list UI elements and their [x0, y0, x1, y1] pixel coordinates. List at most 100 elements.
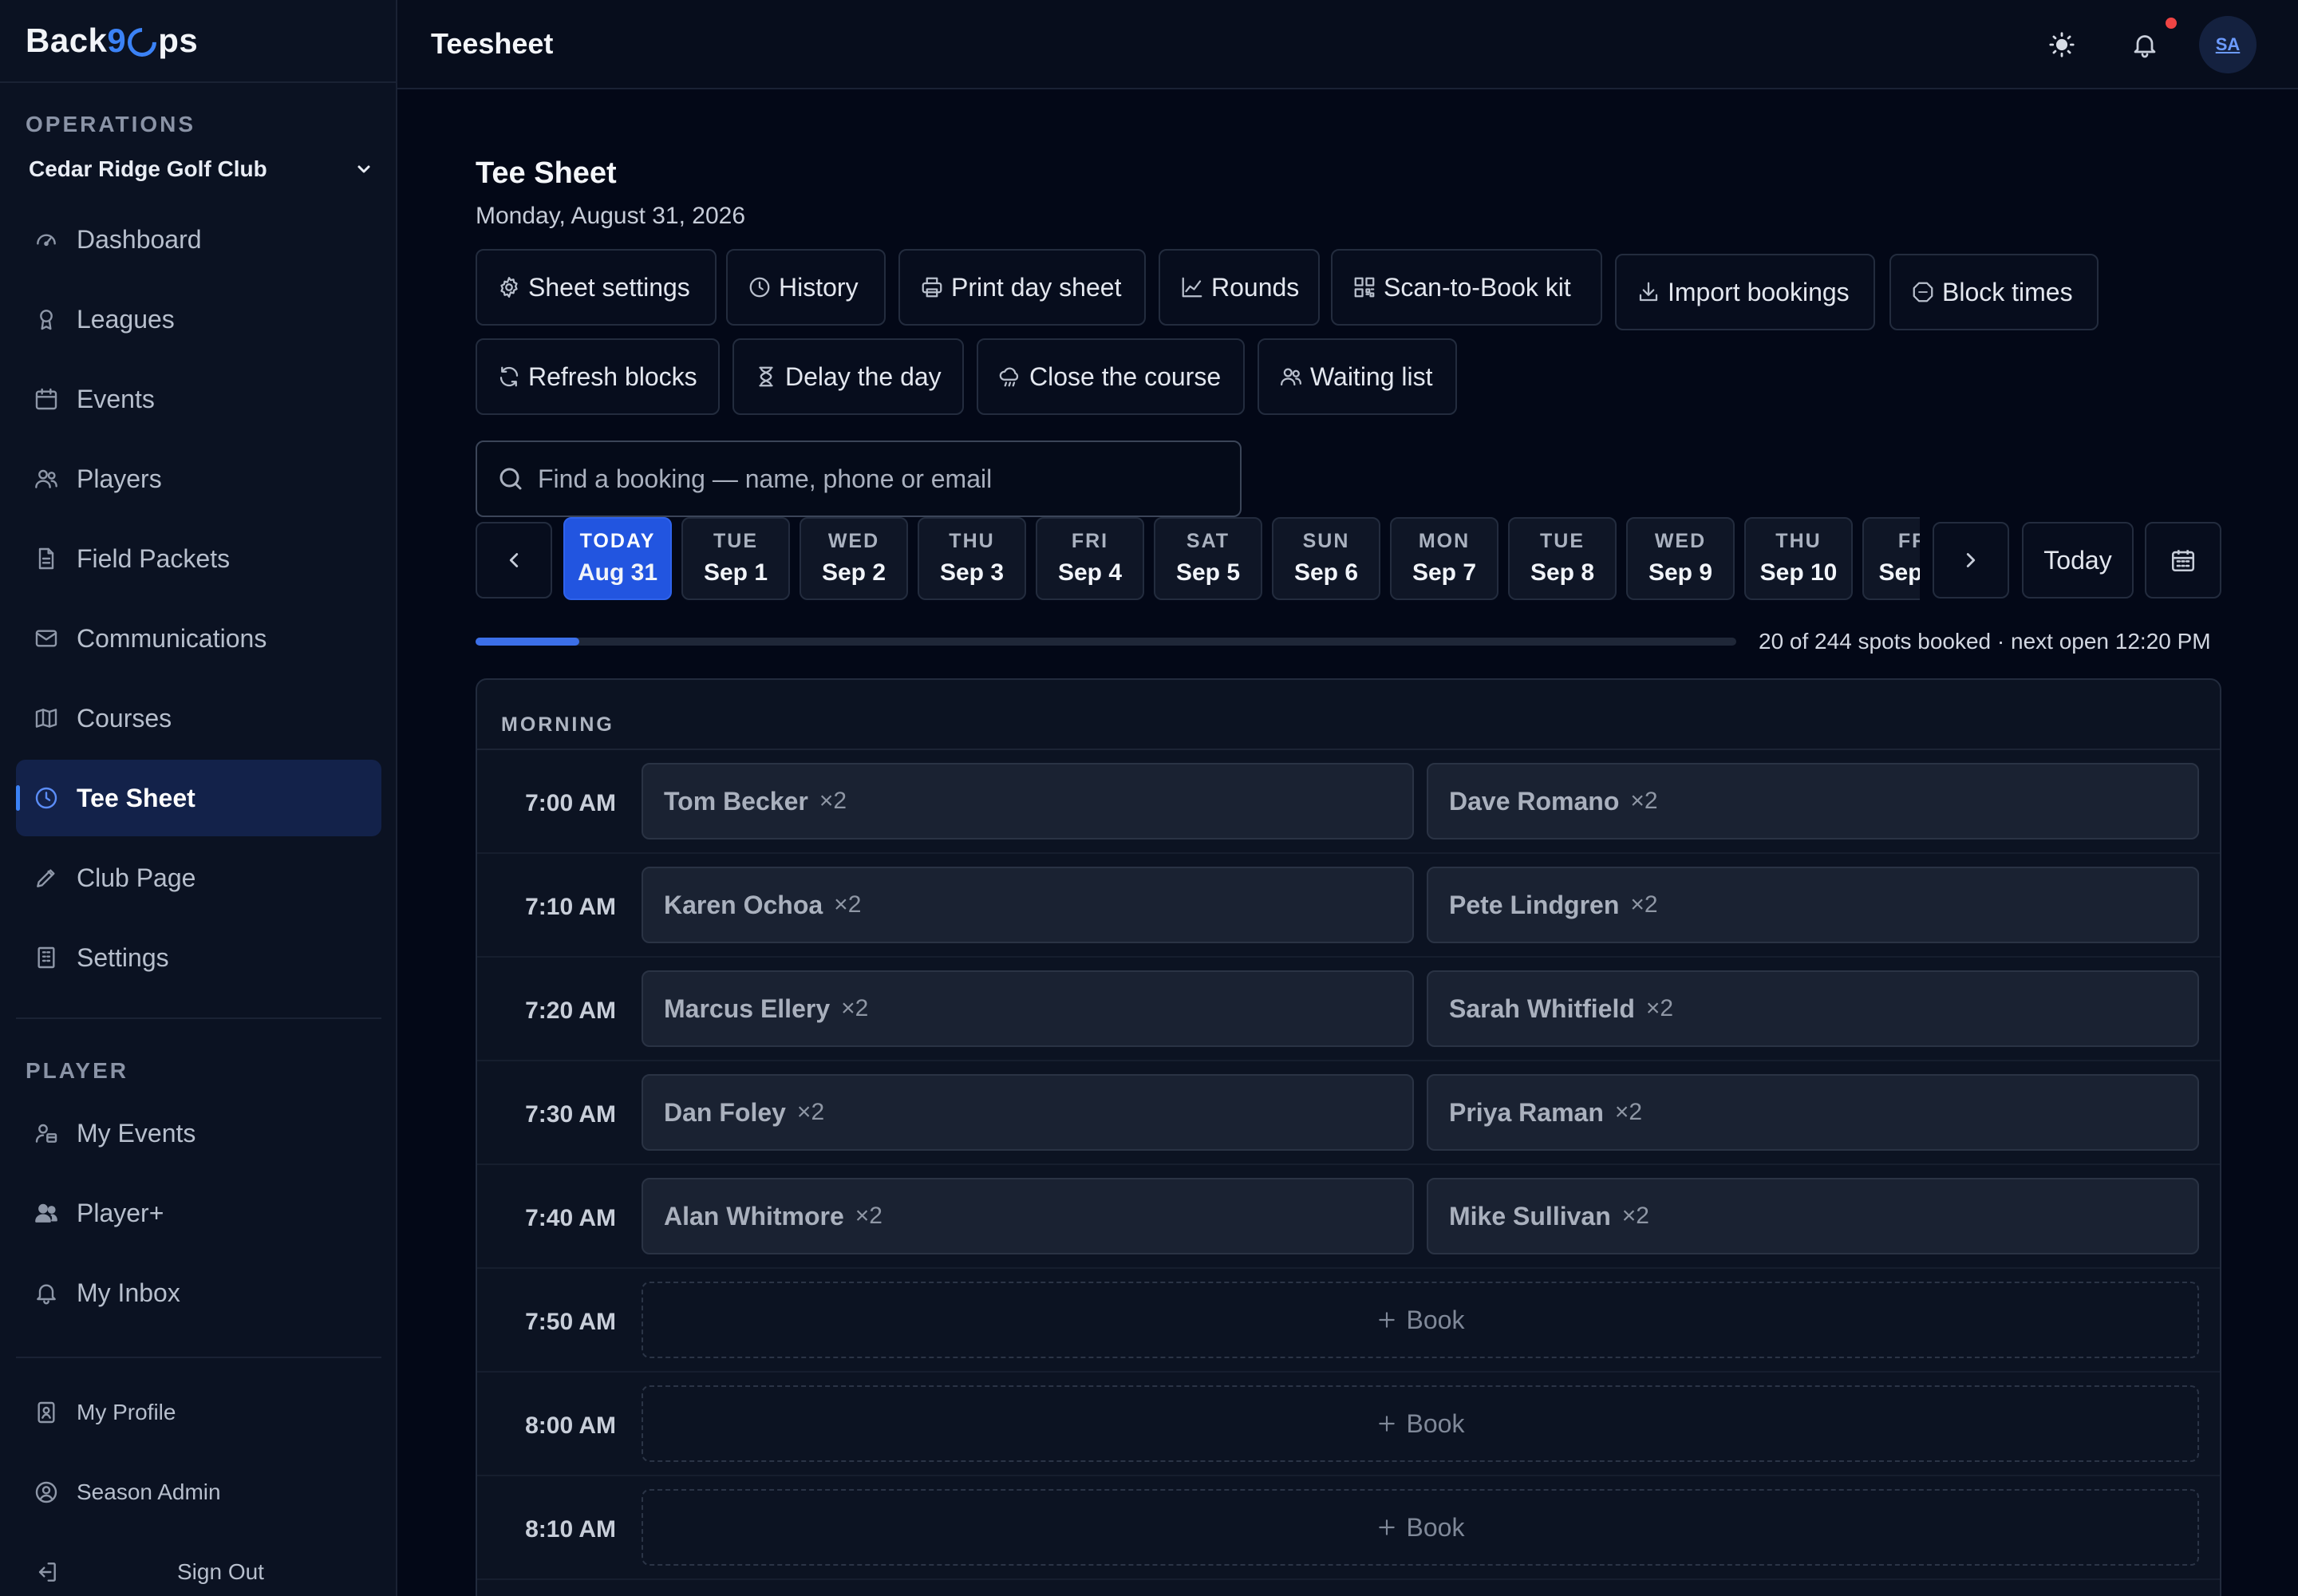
document-icon: [32, 544, 61, 573]
sheet-settings-button[interactable]: Sheet settings: [476, 249, 717, 326]
sidebar-item-settings[interactable]: Settings: [16, 919, 381, 996]
day-tab[interactable]: THU Sep 10: [1744, 517, 1853, 600]
day-tab[interactable]: FRI Sep 4: [1036, 517, 1144, 600]
sidebar-item-club-page[interactable]: Club Page: [16, 839, 381, 916]
booking-slot[interactable]: Dave Romano ×2: [1427, 763, 2199, 839]
sidebar-item-my-profile[interactable]: My Profile: [16, 1374, 381, 1451]
booking-slot[interactable]: Marcus Ellery ×2: [642, 970, 1414, 1047]
day-tab-weekday: FRI: [1897, 530, 1920, 552]
next-day-button[interactable]: [1933, 522, 2009, 598]
day-tab[interactable]: TUE Sep 1: [681, 517, 790, 600]
sidebar-item-label: Players: [77, 464, 162, 493]
section-label-morning: MORNING: [501, 713, 614, 736]
app-logo[interactable]: Back 9 ps: [0, 0, 396, 83]
day-tab[interactable]: MON Sep 7: [1390, 517, 1498, 600]
logo-text-prefix: Back: [26, 22, 108, 59]
day-tab[interactable]: TODAY Aug 31: [563, 517, 672, 600]
notifications-bell-icon[interactable]: [2124, 24, 2166, 65]
sidebar-item-courses[interactable]: Courses: [16, 680, 381, 757]
player-name: Priya Raman: [1449, 1097, 1604, 1127]
calendar-picker-button[interactable]: [2145, 522, 2221, 598]
plus-icon: [1376, 1413, 1397, 1434]
theme-toggle-sun-icon[interactable]: [2041, 24, 2083, 65]
book-label: Book: [1406, 1512, 1465, 1542]
tee-time-label: 7:30 AM: [525, 1101, 616, 1128]
club-selector[interactable]: Cedar Ridge Golf Club: [29, 156, 377, 182]
day-tab-date: Sep 7: [1412, 559, 1477, 586]
party-size: ×2: [796, 1099, 825, 1125]
party-size: ×2: [1645, 995, 1674, 1021]
print-day-sheet-button[interactable]: Print day sheet: [898, 249, 1146, 326]
booking-slot[interactable]: Alan Whitmore ×2: [642, 1178, 1414, 1254]
user-avatar[interactable]: SA: [2199, 16, 2257, 73]
party-size: ×2: [1630, 788, 1658, 814]
day-tab-weekday: TUE: [713, 530, 758, 552]
scan-to-book-kit-button[interactable]: Scan-to-Book kit: [1331, 249, 1602, 326]
sidebar-item-players[interactable]: Players: [16, 440, 381, 517]
trophy-icon: [32, 305, 61, 334]
day-tab[interactable]: SAT Sep 5: [1154, 517, 1262, 600]
booking-slot[interactable]: Priya Raman ×2: [1427, 1074, 2199, 1151]
day-tab-weekday: SUN: [1302, 530, 1350, 552]
sidebar-item-communications[interactable]: Communications: [16, 600, 381, 677]
booking-slot[interactable]: Tom Becker ×2: [642, 763, 1414, 839]
map-icon: [32, 704, 61, 733]
user-calendar-icon: [32, 1119, 61, 1148]
sidebar-item-dashboard[interactable]: Dashboard: [16, 201, 381, 278]
day-tab[interactable]: TUE Sep 8: [1508, 517, 1617, 600]
prev-day-button[interactable]: [476, 522, 552, 598]
sidebar-item-tee-sheet[interactable]: Tee Sheet: [16, 760, 381, 836]
close-the-course-button[interactable]: Close the course: [977, 338, 1245, 415]
day-strip: TODAY Aug 31 TUE Sep 1 WED Sep 2 THU Sep 3 FRI Se…: [563, 517, 1920, 602]
day-tab[interactable]: FRI Sep 11: [1862, 517, 1920, 600]
day-tab[interactable]: WED Sep 2: [800, 517, 908, 600]
sidebar-item-label: Dashboard: [77, 224, 202, 254]
book-slot-button[interactable]: Book: [642, 1282, 2199, 1358]
day-tab-date: Sep 3: [939, 559, 1005, 586]
clock-icon: [747, 275, 772, 300]
player-name: Dan Foley: [664, 1097, 786, 1127]
book-slot-button[interactable]: Book: [642, 1489, 2199, 1566]
sidebar-item-events[interactable]: Events: [16, 361, 381, 437]
day-tab-date: Aug 31: [577, 559, 658, 586]
plus-icon: [1376, 1310, 1397, 1330]
sidebar-item-field-packets[interactable]: Field Packets: [16, 520, 381, 597]
booking-slot[interactable]: Mike Sullivan ×2: [1427, 1178, 2199, 1254]
qr-code-icon: [1352, 275, 1377, 300]
day-tab[interactable]: SUN Sep 6: [1272, 517, 1380, 600]
sidebar-item-label: Player+: [77, 1198, 164, 1227]
sidebar-item-player[interactable]: Player+: [16, 1175, 381, 1251]
booking-search-input[interactable]: [538, 464, 1224, 494]
delay-the-day-button[interactable]: Delay the day: [732, 338, 964, 415]
sidebar-item-my-events[interactable]: My Events: [16, 1095, 381, 1171]
sidebar-item-sign-out[interactable]: Sign Out: [16, 1534, 381, 1596]
booking-search-field[interactable]: [476, 440, 1242, 517]
day-tab[interactable]: WED Sep 9: [1626, 517, 1735, 600]
booking-slot[interactable]: Sarah Whitfield ×2: [1427, 970, 2199, 1047]
history-button[interactable]: History: [726, 249, 886, 326]
button-label: Import bookings: [1668, 277, 1850, 306]
rounds-button[interactable]: Rounds: [1159, 249, 1321, 326]
import-bookings-button[interactable]: Import bookings: [1615, 254, 1875, 330]
sidebar-item-my-inbox[interactable]: My Inbox: [16, 1254, 381, 1331]
sidebar-item-leagues[interactable]: Leagues: [16, 281, 381, 358]
sidebar-item-label: Settings: [77, 942, 169, 972]
today-button[interactable]: Today: [2022, 522, 2134, 598]
plus-icon: [1376, 1517, 1397, 1538]
sidebar-item-season-admin[interactable]: Season Admin: [16, 1454, 381, 1531]
waiting-list-button[interactable]: Waiting list: [1258, 338, 1457, 415]
day-tab-date: Sep 6: [1293, 559, 1359, 586]
refresh-blocks-button[interactable]: Refresh blocks: [476, 338, 720, 415]
booking-slot[interactable]: Karen Ochoa ×2: [642, 867, 1414, 943]
booking-slot[interactable]: Pete Lindgren ×2: [1427, 867, 2199, 943]
player-name: Marcus Ellery: [664, 994, 831, 1023]
block-times-button[interactable]: Block times: [1889, 254, 2099, 330]
day-tab[interactable]: THU Sep 3: [918, 517, 1026, 600]
notification-dot: [2166, 18, 2177, 29]
booking-slot[interactable]: Dan Foley ×2: [642, 1074, 1414, 1151]
chevron-down-icon: [354, 160, 377, 179]
day-tab-date: Sep 4: [1057, 559, 1123, 586]
tee-time-row: 8:10 AM Book: [477, 1476, 2220, 1580]
book-slot-button[interactable]: Book: [642, 1385, 2199, 1462]
hourglass-icon: [753, 364, 779, 389]
